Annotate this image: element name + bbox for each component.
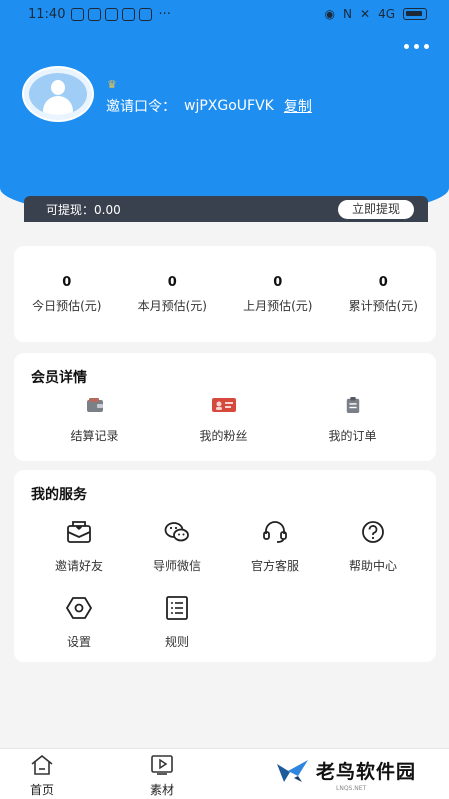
member-item-label: 我的粉丝 <box>199 429 248 443</box>
member-details-card: 会员详情 结算记录 我的粉丝 我的订单 <box>14 353 436 461</box>
id-card-icon <box>211 398 236 412</box>
service-help-center[interactable]: 帮助中心 <box>324 520 422 574</box>
invite-code: wjPXGoUFVK <box>184 98 274 114</box>
member-section-title: 会员详情 <box>31 370 87 386</box>
stat-label: 上月预估(元) <box>243 298 313 313</box>
notification-icons <box>71 7 153 21</box>
watermark-text: 老鸟软件园 <box>316 761 417 783</box>
service-label: 设置 <box>66 635 91 649</box>
services-section-title: 我的服务 <box>31 487 87 503</box>
copy-button[interactable]: 复制 <box>284 96 312 116</box>
stat-total[interactable]: 0 累计预估(元) <box>331 275 437 314</box>
stat-last-month[interactable]: 0 上月预估(元) <box>225 275 331 314</box>
service-label: 导师微信 <box>152 559 201 573</box>
service-rules[interactable]: 规则 <box>128 596 226 650</box>
service-settings[interactable]: 设置 <box>30 596 128 650</box>
member-item-orders[interactable]: 我的订单 <box>288 397 417 444</box>
settings-icon <box>66 597 92 619</box>
status-more: ··· <box>158 6 171 22</box>
envelope-icon <box>67 521 91 543</box>
nfc-icon: N <box>343 7 352 21</box>
service-label: 邀请好友 <box>54 559 103 573</box>
crown-icon: ♛ <box>107 78 117 91</box>
rules-icon <box>166 596 188 620</box>
service-official-support[interactable]: 官方客服 <box>226 520 324 574</box>
headset-icon <box>263 521 287 543</box>
withdraw-bar: 可提现：0.00 立即提现 <box>24 196 428 222</box>
service-label: 官方客服 <box>250 559 299 573</box>
help-icon <box>362 521 384 543</box>
eye-icon: ◉ <box>324 7 336 21</box>
stat-this-month[interactable]: 0 本月预估(元) <box>120 275 226 314</box>
stat-value: 0 <box>167 274 177 290</box>
member-item-fans[interactable]: 我的粉丝 <box>159 397 288 444</box>
my-services-card: 我的服务 邀请好友 导师微信 官方客服 帮助中心 设置 规则 <box>14 470 436 662</box>
stat-value: 0 <box>273 274 283 290</box>
status-bar: 11:40 ··· ◉ N ✕ 4G <box>0 0 449 28</box>
stat-label: 累计预估(元) <box>348 298 418 313</box>
profile-header: ♛ 邀请口令： wjPXGoUFVK 复制 可提现：0.00 立即提现 <box>0 0 449 222</box>
service-invite-friends[interactable]: 邀请好友 <box>30 520 128 574</box>
mute-icon: ✕ <box>360 7 371 21</box>
tab-label: 素材 <box>150 783 175 797</box>
avatar[interactable] <box>22 66 94 122</box>
member-item-label: 结算记录 <box>70 429 119 443</box>
stat-today[interactable]: 0 今日预估(元) <box>14 275 120 314</box>
service-label: 帮助中心 <box>348 559 397 573</box>
watermark: 老鸟软件园 LNQS.NET <box>276 757 417 792</box>
home-icon <box>31 755 53 775</box>
bird-logo-icon <box>277 759 308 782</box>
stat-value: 0 <box>62 274 72 290</box>
withdraw-amount: 可提现：0.00 <box>46 202 121 217</box>
bottom-tab-bar: 首页 素材 老鸟软件园 LNQS.NET <box>0 748 449 799</box>
wallet-icon <box>86 398 103 412</box>
network-label: 4G <box>378 7 395 21</box>
play-icon <box>151 755 173 775</box>
tab-home[interactable]: 首页 <box>30 755 54 798</box>
member-item-label: 我的订单 <box>328 429 377 443</box>
stat-label: 今日预估(元) <box>32 298 102 313</box>
withdraw-button[interactable]: 立即提现 <box>337 199 414 219</box>
status-time: 11:40 <box>28 6 66 22</box>
tab-label: 首页 <box>30 783 55 797</box>
earnings-stats-card: 0 今日预估(元) 0 本月预估(元) 0 上月预估(元) 0 累计预估(元) <box>14 246 436 342</box>
clipboard-icon <box>346 397 359 413</box>
service-label: 规则 <box>164 635 189 649</box>
tab-material[interactable]: 素材 <box>150 755 174 798</box>
stat-label: 本月预估(元) <box>137 298 207 313</box>
member-item-settlement[interactable]: 结算记录 <box>30 397 159 444</box>
more-icon[interactable] <box>404 44 429 49</box>
invite-label: 邀请口令： <box>106 99 176 115</box>
wechat-icon <box>164 522 189 542</box>
service-mentor-wechat[interactable]: 导师微信 <box>128 520 226 574</box>
invite-line: 邀请口令： wjPXGoUFVK 复制 <box>106 96 312 116</box>
battery-icon <box>403 8 427 20</box>
watermark-subtext: LNQS.NET <box>336 785 367 792</box>
stat-value: 0 <box>378 274 388 290</box>
